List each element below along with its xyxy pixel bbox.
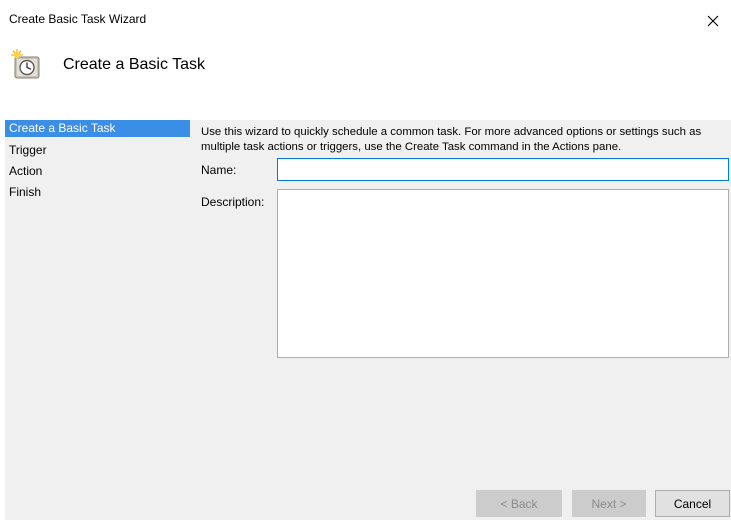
title-bar: Create Basic Task Wizard xyxy=(0,0,731,34)
sidebar-item-trigger[interactable]: Trigger xyxy=(5,141,190,162)
close-icon xyxy=(707,15,719,27)
description-field[interactable] xyxy=(277,189,729,358)
next-button[interactable]: Next > xyxy=(572,490,646,517)
description-label: Description: xyxy=(201,195,265,209)
wizard-header: Create a Basic Task xyxy=(0,42,731,94)
window-title: Create Basic Task Wizard xyxy=(9,12,147,26)
sidebar-item-create-basic-task[interactable]: Create a Basic Task xyxy=(5,120,190,137)
wizard-content-panel: Use this wizard to quickly schedule a co… xyxy=(190,120,731,520)
wizard-steps-sidebar: Create a Basic Task Trigger Action Finis… xyxy=(5,120,190,520)
wizard-window: Create Basic Task Wizard Create a Basic … xyxy=(0,0,731,521)
sidebar-item-action[interactable]: Action xyxy=(5,162,190,183)
cancel-button[interactable]: Cancel xyxy=(655,490,730,517)
sidebar-item-finish[interactable]: Finish xyxy=(5,183,190,204)
close-button[interactable] xyxy=(695,8,731,34)
intro-text: Use this wizard to quickly schedule a co… xyxy=(201,126,702,153)
page-title: Create a Basic Task xyxy=(63,56,205,73)
name-label: Name: xyxy=(201,163,237,177)
back-button[interactable]: < Back xyxy=(476,490,562,517)
scheduled-task-clock-icon xyxy=(11,49,40,79)
name-field[interactable] xyxy=(277,158,729,181)
